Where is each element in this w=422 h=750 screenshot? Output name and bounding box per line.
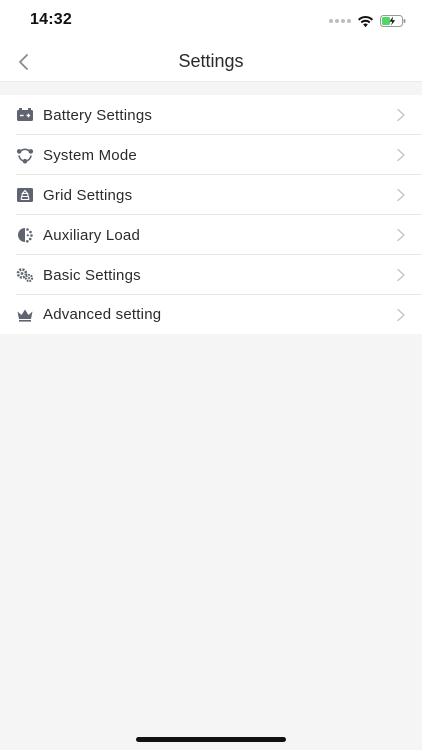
status-icons	[329, 12, 406, 30]
chevron-right-icon	[397, 228, 405, 242]
grid-icon	[16, 186, 34, 204]
menu-item-auxiliary-load[interactable]: Auxiliary Load	[0, 215, 422, 255]
chevron-right-icon	[397, 308, 405, 321]
auxiliary-load-icon	[16, 226, 34, 244]
chevron-right-icon	[397, 268, 405, 282]
menu-item-label: Advanced setting	[43, 306, 162, 323]
wifi-icon	[358, 15, 373, 27]
chevron-right-icon	[397, 108, 405, 122]
battery-charging-icon	[380, 15, 406, 27]
settings-menu: Battery Settings System Mode Grid Settin…	[0, 95, 422, 334]
status-time: 14:32	[30, 11, 72, 28]
menu-item-label: System Mode	[43, 146, 137, 164]
page-title: Settings	[178, 51, 244, 71]
menu-item-label: Grid Settings	[43, 186, 133, 204]
cellular-dots-icon	[329, 19, 351, 23]
status-bar: 14:32	[0, 0, 422, 44]
menu-item-basic-settings[interactable]: Basic Settings	[0, 255, 422, 295]
menu-item-system-mode[interactable]: System Mode	[0, 135, 422, 175]
battery-icon	[16, 106, 34, 124]
gears-icon	[16, 266, 34, 284]
menu-item-label: Battery Settings	[43, 106, 153, 124]
home-indicator[interactable]	[136, 737, 286, 742]
crown-icon	[16, 306, 34, 324]
chevron-right-icon	[397, 188, 405, 202]
menu-item-battery-settings[interactable]: Battery Settings	[0, 95, 422, 135]
menu-item-advanced-setting[interactable]: Advanced setting	[0, 295, 422, 334]
menu-item-grid-settings[interactable]: Grid Settings	[0, 175, 422, 215]
menu-item-label: Auxiliary Load	[43, 226, 141, 244]
navigation-bar: Settings	[0, 44, 422, 82]
menu-item-label: Basic Settings	[43, 266, 141, 284]
chevron-right-icon	[397, 148, 405, 162]
system-mode-icon	[16, 146, 34, 164]
